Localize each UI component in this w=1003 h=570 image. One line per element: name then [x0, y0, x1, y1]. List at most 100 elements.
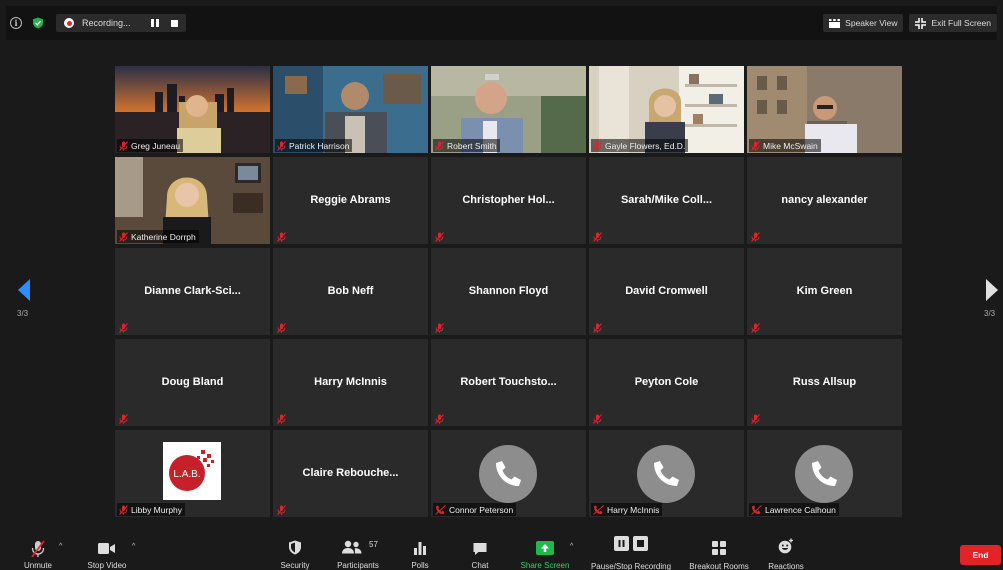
participant-tile[interactable]: Robert Touchsto... [431, 339, 586, 426]
gallery-grid: Greg Juneau Patrick Harrison Robert Smith G… [115, 66, 902, 517]
participant-tile[interactable]: Peyton Cole [589, 339, 744, 426]
participant-name-tag: Patrick Harrison [275, 139, 353, 152]
recording-indicator: Recording... [56, 14, 186, 32]
polls-bar-chart-icon [414, 542, 426, 555]
participant-tile[interactable]: L.A.B. Libby Murphy [115, 430, 270, 517]
share-screen-button[interactable]: Share Screen [517, 534, 573, 570]
participant-display-name: Shannon Floyd [468, 285, 549, 297]
speaker-view-button[interactable]: Speaker View [823, 14, 904, 32]
share-options-chevron-up-icon[interactable]: ^ [570, 543, 573, 550]
exit-full-screen-icon [915, 17, 927, 29]
participant-name-label: Robert Smith [447, 140, 497, 151]
lab-logo-avatar: L.A.B. [163, 442, 221, 500]
participant-mute-tag [591, 230, 605, 243]
participant-tile[interactable]: Gayle Flowers, Ed.D. [589, 66, 744, 153]
phone-muted-icon [435, 504, 446, 515]
participant-mute-tag [433, 230, 447, 243]
muted-microphone-icon [277, 231, 286, 242]
participant-tile[interactable]: Kim Green [747, 248, 902, 335]
participant-mute-tag [275, 321, 289, 334]
participant-tile[interactable]: Greg Juneau [115, 66, 270, 153]
muted-microphone-icon [593, 322, 602, 333]
exit-full-screen-button[interactable]: Exit Full Screen [909, 14, 997, 32]
next-page-arrow-icon[interactable] [986, 279, 998, 301]
security-label: Security [280, 561, 310, 570]
participant-tile[interactable]: Robert Smith [431, 66, 586, 153]
participant-tile[interactable]: Katherine Dorrph [115, 157, 270, 244]
muted-microphone-icon [119, 322, 128, 333]
reactions-button[interactable]: Reactions [762, 534, 810, 570]
polls-label: Polls [411, 561, 429, 570]
participant-name-label: Harry McInnis [607, 504, 660, 515]
share-screen-arrow-up-icon [536, 541, 554, 555]
participant-tile[interactable]: Patrick Harrison [273, 66, 428, 153]
participant-tile[interactable]: Lawrence Calhoun [747, 430, 902, 517]
participant-tile[interactable]: Harry McInnis [589, 430, 744, 517]
stop-recording-icon[interactable] [170, 19, 178, 27]
participant-mute-tag [433, 321, 447, 334]
microphone-muted-icon [31, 540, 45, 558]
participant-mute-tag [275, 503, 289, 516]
participant-tile[interactable]: Dianne Clark-Sci... [115, 248, 270, 335]
share-screen-label: Share Screen [520, 561, 570, 570]
encryption-shield-icon[interactable] [32, 17, 44, 29]
muted-microphone-icon [751, 140, 760, 151]
participants-button[interactable]: 57 Participants [332, 534, 384, 570]
participant-tile[interactable]: Connor Peterson [431, 430, 586, 517]
chat-bubble-icon [473, 543, 487, 555]
participant-tile[interactable]: nancy alexander [747, 157, 902, 244]
polls-button[interactable]: Polls [404, 534, 436, 570]
participant-tile[interactable]: Russ Allsup [747, 339, 902, 426]
unmute-button[interactable]: Unmute [14, 534, 62, 570]
participant-name-tag: Greg Juneau [117, 139, 184, 152]
security-shield-icon [289, 540, 301, 555]
participant-tile[interactable]: Mike McSwain [747, 66, 902, 153]
participant-tile[interactable]: Shannon Floyd [431, 248, 586, 335]
participant-name-tag: Libby Murphy [117, 503, 186, 516]
participant-name-label: Gayle Flowers, Ed.D. [605, 140, 686, 151]
participant-display-name: Kim Green [796, 285, 853, 297]
muted-microphone-icon [277, 322, 286, 333]
pause-stop-recording-button[interactable]: Pause/Stop Recording [584, 534, 678, 570]
muted-microphone-icon [593, 140, 602, 151]
participant-name-tag: Gayle Flowers, Ed.D. [591, 139, 689, 152]
participant-display-name: Peyton Cole [634, 376, 699, 388]
participant-display-name: Russ Allsup [792, 376, 857, 388]
meeting-info-icon[interactable]: i [10, 17, 22, 29]
participants-icon [342, 540, 362, 554]
zoom-meeting-window: i Recording... Speaker View Exit Full Sc… [0, 0, 1003, 570]
participant-name-tag: Robert Smith [433, 139, 500, 152]
phone-handset-icon [654, 461, 679, 486]
participant-tile[interactable]: Harry McInnis [273, 339, 428, 426]
participant-name-tag: Connor Peterson [433, 503, 517, 516]
security-button[interactable]: Security [275, 534, 315, 570]
muted-microphone-icon [593, 231, 602, 242]
participant-display-name: Bob Neff [327, 285, 374, 297]
participant-tile[interactable]: Christopher Hol... [431, 157, 586, 244]
participant-name-label: Lawrence Calhoun [765, 504, 836, 515]
exit-full-screen-label: Exit Full Screen [931, 18, 991, 28]
participant-tile[interactable]: Reggie Abrams [273, 157, 428, 244]
video-camera-icon [98, 543, 115, 554]
participant-tile[interactable]: Doug Bland [115, 339, 270, 426]
participant-display-name: nancy alexander [781, 194, 868, 206]
video-options-chevron-up-icon[interactable]: ^ [132, 543, 135, 550]
participant-display-name: Claire Rebouche... [302, 467, 399, 479]
breakout-rooms-button[interactable]: Breakout Rooms [684, 534, 754, 570]
chat-button[interactable]: Chat [463, 534, 497, 570]
participant-display-name: Christopher Hol... [462, 194, 555, 206]
participant-tile[interactable]: Sarah/Mike Coll... [589, 157, 744, 244]
lab-logo-icon: L.A.B. [169, 450, 214, 491]
participant-tile[interactable]: Claire Rebouche... [273, 430, 428, 517]
participant-tile[interactable]: Bob Neff [273, 248, 428, 335]
audio-options-chevron-up-icon[interactable]: ^ [59, 543, 62, 550]
svg-text:L.A.B.: L.A.B. [173, 469, 200, 480]
stop-video-button[interactable]: Stop Video [80, 534, 134, 570]
previous-page-arrow-icon[interactable] [18, 279, 30, 301]
end-meeting-button[interactable]: End [960, 545, 1001, 565]
muted-microphone-icon [119, 231, 128, 242]
page-indicator-right: 3/3 [984, 309, 996, 318]
pause-recording-icon[interactable] [150, 19, 159, 27]
muted-microphone-icon [435, 140, 444, 151]
participant-tile[interactable]: David Cromwell [589, 248, 744, 335]
